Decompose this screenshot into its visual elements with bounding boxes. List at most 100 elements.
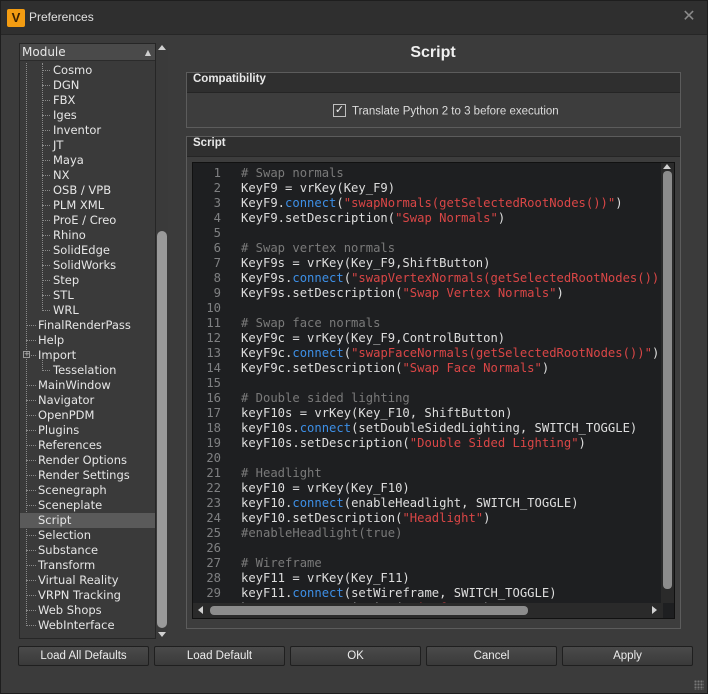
expand-toggle-icon[interactable]: + (23, 351, 30, 358)
module-item-solidedge[interactable]: SolidEdge (53, 243, 110, 258)
module-item-plugins[interactable]: Plugins (38, 423, 79, 438)
module-item-scenegraph[interactable]: Scenegraph (38, 483, 107, 498)
script-editor[interactable]: 1 2 3 4 5 6 7 8 9 10 11 12 13 14 15 16 17 18 19 20 21 22 23 24 2… (192, 162, 675, 619)
scroll-left-arrow-icon[interactable] (198, 606, 203, 614)
scroll-right-arrow-icon[interactable] (652, 606, 657, 614)
tree-branch-line (42, 250, 50, 251)
code-text: keyF10s. (241, 421, 300, 435)
code-text: KeyF9 = vrKey(Key_F9) (241, 181, 396, 195)
editor-horizontal-scrollbar[interactable] (193, 603, 663, 618)
module-item-selection[interactable]: Selection (38, 528, 91, 543)
code-keyword: connect (292, 496, 344, 510)
module-item-label: WebInterface (38, 618, 115, 632)
module-item-rhino[interactable]: Rhino (53, 228, 86, 243)
module-item-openpdm[interactable]: OpenPDM (38, 408, 94, 423)
module-item-script[interactable]: Script (20, 513, 155, 528)
resize-grip-icon[interactable] (694, 680, 704, 690)
code-text: ) (651, 346, 660, 360)
code-text: (setWireframe, SWITCH_TOGGLE) (343, 586, 557, 600)
module-item-label: Transform (38, 558, 96, 572)
ok-button[interactable]: OK (290, 646, 421, 666)
code-string: "Swap Vertex Normals" (402, 286, 557, 300)
code-area[interactable]: # Swap normals KeyF9 = vrKey(Key_F9) KeyF9… (236, 163, 666, 603)
tree-guide-line (26, 63, 27, 626)
title-bar: V Preferences ✕ (1, 1, 707, 35)
code-line: KeyF9s.setDescription("Swap Vertex Norma… (241, 286, 564, 301)
module-item-nx[interactable]: NX (53, 168, 69, 183)
tree-branch-line (26, 385, 36, 386)
module-column-header[interactable]: Module ▲ (20, 44, 155, 61)
module-item-virtual-reality[interactable]: Virtual Reality (38, 573, 119, 588)
code-text: ( (343, 271, 352, 285)
code-keyword: connect (292, 346, 344, 360)
module-item-render-options[interactable]: Render Options (38, 453, 127, 468)
module-item-proe-creo[interactable]: ProE / Creo (53, 213, 116, 228)
line-number: 23 (206, 496, 221, 510)
tree-branch-line (26, 475, 36, 476)
module-item-web-shops[interactable]: Web Shops (38, 603, 102, 618)
module-item-sceneplate[interactable]: Sceneplate (38, 498, 102, 513)
module-item-step[interactable]: Step (53, 273, 79, 288)
module-item-label: OpenPDM (38, 408, 95, 422)
module-item-solidworks[interactable]: SolidWorks (53, 258, 116, 273)
module-item-references[interactable]: References (38, 438, 102, 453)
module-item-iges[interactable]: Iges (53, 108, 77, 123)
cancel-button[interactable]: Cancel (426, 646, 557, 666)
apply-button[interactable]: Apply (562, 646, 693, 666)
module-item-transform[interactable]: Transform (38, 558, 95, 573)
module-item-plm-xml[interactable]: PLM XML (53, 198, 104, 213)
module-item-substance[interactable]: Substance (38, 543, 98, 558)
module-item-osb-vpb[interactable]: OSB / VPB (53, 183, 111, 198)
module-item-vrpn-tracking[interactable]: VRPN Tracking (38, 588, 121, 603)
tree-branch-line (26, 625, 36, 626)
line-number: 29 (206, 586, 221, 600)
tree-branch-line (26, 535, 36, 536)
translate-python-checkbox-row[interactable]: ✓ Translate Python 2 to 3 before executio… (333, 104, 559, 121)
code-string: "swapNormals(getSelectedRootNodes())" (343, 196, 616, 210)
code-text: KeyF9c. (241, 346, 293, 360)
module-item-maya[interactable]: Maya (53, 153, 84, 168)
module-item-import[interactable]: Import (38, 348, 76, 363)
code-line: # Wireframe (241, 556, 322, 571)
scrollbar-thumb[interactable] (157, 231, 167, 628)
module-item-render-settings[interactable]: Render Settings (38, 468, 130, 483)
module-item-label: Import (38, 348, 77, 362)
scroll-down-arrow-icon[interactable] (158, 632, 166, 637)
code-text: keyF10. (241, 496, 293, 510)
module-item-label: Cosmo (53, 63, 93, 77)
code-text: KeyF9.setDescription( (241, 211, 396, 225)
module-item-label: SolidWorks (53, 258, 117, 272)
line-number: 7 (213, 256, 221, 270)
module-item-mainwindow[interactable]: MainWindow (38, 378, 111, 393)
module-item-cosmo[interactable]: Cosmo (53, 63, 92, 78)
module-item-navigator[interactable]: Navigator (38, 393, 94, 408)
scroll-up-arrow-icon[interactable] (663, 164, 671, 169)
editor-vertical-thumb[interactable] (663, 171, 672, 589)
module-item-tesselation[interactable]: Tesselation (53, 363, 116, 378)
module-item-stl[interactable]: STL (53, 288, 74, 303)
load-all-defaults-button[interactable]: Load All Defaults (18, 646, 149, 666)
load-default-button[interactable]: Load Default (154, 646, 285, 666)
module-item-wrl[interactable]: WRL (53, 303, 79, 318)
editor-horizontal-thumb[interactable] (210, 606, 528, 615)
code-text: keyF11. (241, 586, 293, 600)
editor-vertical-scrollbar[interactable] (661, 163, 674, 603)
line-number: 25 (206, 526, 221, 540)
line-number: 12 (206, 331, 221, 345)
module-item-webinterface[interactable]: WebInterface (38, 618, 115, 633)
module-item-finalrenderpass[interactable]: FinalRenderPass (38, 318, 131, 333)
scroll-up-arrow-icon[interactable] (158, 45, 166, 50)
module-item-label: JT (53, 138, 64, 152)
module-item-dgn[interactable]: DGN (53, 78, 79, 93)
module-list-scrollbar[interactable] (156, 43, 168, 639)
line-number: 10 (206, 301, 221, 315)
code-comment: # Swap vertex normals (241, 241, 396, 255)
close-icon[interactable]: ✕ (681, 8, 697, 24)
module-item-jt[interactable]: JT (53, 138, 63, 153)
sort-up-icon: ▲ (144, 48, 151, 57)
tree-branch-line (42, 85, 50, 86)
module-item-fbx[interactable]: FBX (53, 93, 75, 108)
module-item-inventor[interactable]: Inventor (53, 123, 101, 138)
module-item-help[interactable]: Help (38, 333, 64, 348)
translate-python-checkbox[interactable]: ✓ (333, 104, 346, 117)
